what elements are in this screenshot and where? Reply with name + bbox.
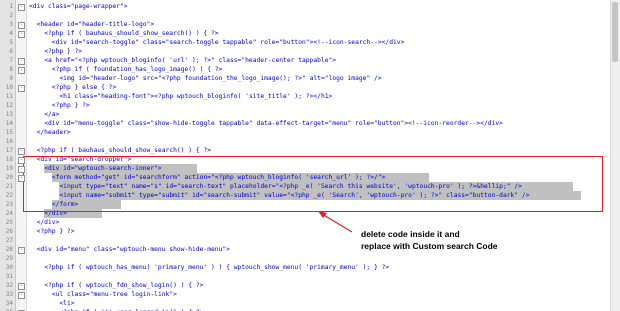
fold-toggle-icon[interactable]: - (18, 30, 25, 38)
line-number: 15 (5, 129, 13, 136)
fold-toggle-icon[interactable]: - (18, 174, 25, 182)
line-number: 18 (5, 156, 13, 163)
line-number: 5 (9, 39, 13, 46)
scrollbar-thumb[interactable] (612, 2, 618, 62)
line-number: 6 (9, 48, 13, 55)
line-number: 26 (5, 228, 13, 235)
fold-toggle-icon[interactable]: - (18, 57, 25, 65)
fold-toggle-icon[interactable]: - (18, 291, 25, 299)
fold-toggle-icon[interactable]: - (18, 21, 25, 29)
line-number: 14 (5, 120, 13, 127)
line-number: 34 (5, 300, 13, 307)
line-number: 31 (5, 273, 13, 280)
line-number: 9 (9, 75, 13, 82)
line-number: 10 (5, 84, 13, 91)
line-number: 32 (5, 282, 13, 289)
line-number: 12 (5, 102, 13, 109)
line-number: 19 (5, 165, 13, 172)
line-number: 22 (5, 192, 13, 199)
line-number: 27 (5, 237, 13, 244)
line-number: 23 (5, 201, 13, 208)
fold-toggle-icon[interactable]: - (18, 66, 25, 74)
line-number: 17 (5, 147, 13, 154)
line-number: 13 (5, 111, 13, 118)
annotation-text: delete code inside it and replace with C… (361, 228, 551, 252)
line-number: 28 (5, 246, 13, 253)
line-number: 11 (5, 93, 13, 100)
line-number: 4 (9, 30, 13, 37)
fold-toggle-icon[interactable]: - (18, 165, 25, 173)
annotation-arrow (318, 211, 353, 233)
line-number: 20 (5, 174, 13, 181)
annotation-line-1: delete code inside it and (361, 229, 460, 239)
fold-toggle-icon[interactable]: - (18, 246, 25, 254)
fold-toggle-icon[interactable]: - (18, 282, 25, 290)
line-number: 29 (5, 255, 13, 262)
line-number: 1 (9, 3, 13, 10)
line-number: 3 (9, 21, 13, 28)
line-number: 16 (5, 138, 13, 145)
line-number: 24 (5, 210, 13, 217)
line-number: 8 (9, 66, 13, 73)
code-editor[interactable]: <div class="page-wrapper"> <header id="he… (0, 0, 620, 311)
line-number: 33 (5, 291, 13, 298)
fold-toggle-icon[interactable]: - (18, 147, 25, 155)
line-number: 25 (5, 219, 13, 226)
line-number: 7 (9, 57, 13, 64)
vertical-scrollbar[interactable] (610, 0, 620, 311)
fold-toggle-icon[interactable]: - (18, 156, 25, 164)
line-number: 30 (5, 264, 13, 271)
line-number: 21 (5, 183, 13, 190)
line-number: 2 (9, 12, 13, 19)
annotation-line-2: replace with Custom search Code (361, 241, 498, 251)
fold-toggle-icon[interactable]: - (18, 84, 25, 92)
fold-toggle-icon[interactable]: - (18, 3, 25, 11)
